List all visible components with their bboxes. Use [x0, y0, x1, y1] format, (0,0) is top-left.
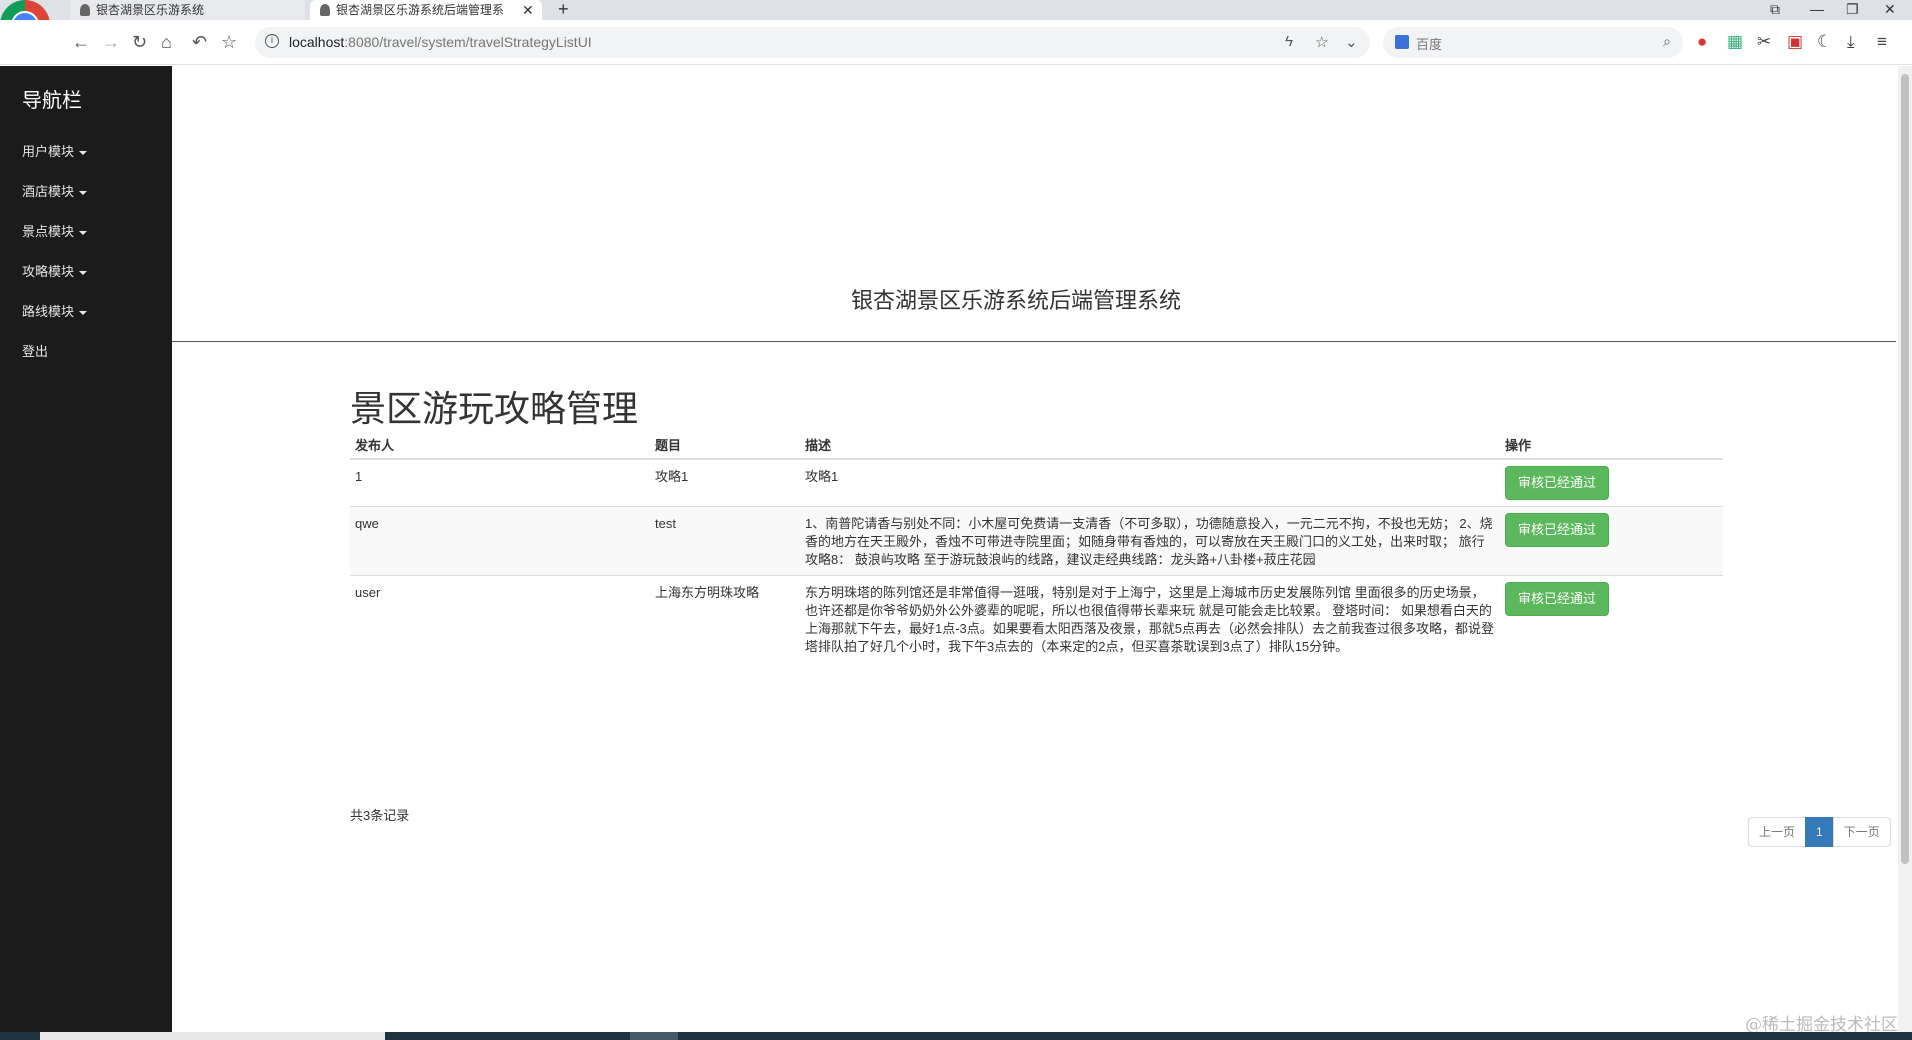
menu-icon[interactable]: ≡	[1877, 32, 1887, 52]
caret-down-icon	[79, 150, 88, 155]
table-row: 1 攻略1 攻略1 审核已经通过	[350, 458, 1723, 507]
taskbar-item[interactable]	[40, 1032, 385, 1040]
tab-search-icon[interactable]: ⧉	[1770, 0, 1780, 18]
back-arrow-icon[interactable]: ←	[72, 32, 90, 52]
url-path: :8080/travel/system/travelStrategyListUI	[344, 34, 592, 50]
sidebar-brand[interactable]: 导航栏	[22, 84, 82, 113]
pdf-extension-icon[interactable]: ▣	[1787, 32, 1803, 52]
prev-page-button[interactable]: 上一页	[1748, 817, 1807, 847]
caret-down-icon	[79, 230, 88, 235]
cell-publisher: user	[350, 575, 650, 662]
cell-title: 上海东方明珠攻略	[650, 575, 800, 662]
sidebar-item-logout[interactable]: 登出	[22, 341, 48, 360]
sidebar-item-strategies[interactable]: 攻略模块	[22, 261, 88, 280]
cell-publisher: 1	[350, 458, 650, 507]
search-placeholder: 百度	[1416, 37, 1443, 52]
sidebar-item-label: 路线模块	[22, 304, 75, 319]
caret-down-icon	[79, 190, 88, 195]
page-title: 景区游玩攻略管理	[350, 388, 639, 429]
column-header-action: 操作	[1500, 430, 1723, 460]
sidebar-item-attractions[interactable]: 景点模块	[22, 221, 88, 240]
search-icon[interactable]: ⌕	[1663, 33, 1671, 50]
sidebar-item-hotels[interactable]: 酒店模块	[22, 181, 88, 200]
cell-action: 审核已经通过	[1500, 575, 1723, 662]
url-text[interactable]: localhost:8080/travel/system/travelStrat…	[289, 34, 592, 50]
sidebar-item-label: 登出	[22, 344, 49, 359]
download-icon[interactable]: ⤓	[1847, 32, 1855, 52]
window-close-icon[interactable]: ✕	[1884, 0, 1896, 18]
sidebar-item-label: 酒店模块	[22, 184, 75, 199]
table-row: qwe test 1、南普陀请香与别处不同：小木屋可免费请一支清香（不可多取），…	[350, 506, 1723, 576]
page-number-button[interactable]: 1	[1805, 817, 1834, 847]
cell-title: 攻略1	[650, 458, 800, 507]
caret-down-icon	[79, 310, 88, 315]
os-taskbar	[0, 1032, 1912, 1040]
caret-down-icon	[79, 270, 88, 275]
url-bar[interactable]: i localhost:8080/travel/system/travelStr…	[255, 27, 1370, 58]
url-host: localhost	[289, 34, 345, 50]
table-header-row: 发布人 题目 描述 操作	[350, 430, 1723, 460]
column-header-publisher: 发布人	[350, 430, 650, 460]
page-favicon-icon	[320, 4, 330, 16]
app-title: 银杏湖景区乐游系统后端管理系统	[850, 288, 1181, 313]
scissors-icon[interactable]: ✂	[1757, 32, 1771, 52]
approved-button[interactable]: 审核已经通过	[1505, 466, 1610, 500]
approved-button[interactable]: 审核已经通过	[1505, 582, 1610, 616]
night-mode-icon[interactable]: ☾	[1817, 32, 1832, 52]
sidebar-item-users[interactable]: 用户模块	[22, 141, 88, 160]
pagination: 上一页 1 下一页	[1748, 817, 1891, 847]
browser-tab-strip: 银杏湖景区乐游系统 银杏湖景区乐游系统后端管理系 ✕ + ⧉ — ❐ ✕	[0, 0, 1912, 20]
new-tab-button[interactable]: +	[558, 0, 569, 19]
cell-action: 审核已经通过	[1500, 506, 1723, 576]
cell-description: 1、南普陀请香与别处不同：小木屋可免费请一支清香（不可多取），功德随意投入，一元…	[800, 506, 1500, 576]
page-favicon-icon	[80, 4, 90, 16]
close-tab-icon[interactable]: ✕	[522, 0, 534, 20]
scrollbar-thumb[interactable]	[1901, 74, 1909, 864]
browser-tab-1[interactable]: 银杏湖景区乐游系统	[70, 0, 305, 20]
search-engine-icon	[1395, 35, 1409, 49]
taskbar-item[interactable]	[630, 1032, 678, 1040]
browser-tab-1-label: 银杏湖景区乐游系统	[96, 3, 205, 17]
sidebar-item-label: 用户模块	[22, 144, 75, 159]
approved-button[interactable]: 审核已经通过	[1505, 513, 1610, 547]
cell-title: test	[650, 506, 800, 576]
address-toolbar: ← → ↻ ⌂ ↶ ☆ i localhost:8080/travel/syst…	[0, 20, 1912, 65]
cell-publisher: qwe	[350, 506, 650, 576]
column-header-title: 题目	[650, 430, 800, 460]
browser-tab-2-label: 银杏湖景区乐游系统后端管理系	[336, 3, 505, 17]
restore-icon[interactable]: ❐	[1846, 0, 1859, 18]
header-divider	[172, 341, 1896, 342]
cell-description: 攻略1	[800, 458, 1500, 507]
main-content: 银杏湖景区乐游系统后端管理系统 景区游玩攻略管理 发布人 题目 描述 操作 1 …	[172, 66, 1896, 1032]
home-icon[interactable]: ⌂	[161, 32, 172, 52]
search-box[interactable]: 百度 ⌕	[1383, 27, 1683, 58]
sidebar-item-label: 景点模块	[22, 224, 75, 239]
sidebar: 导航栏 用户模块 酒店模块 景点模块 攻略模块 路线模块 登出	[0, 66, 172, 1032]
cell-action: 审核已经通过	[1500, 458, 1723, 507]
reload-icon[interactable]: ↻	[132, 32, 147, 52]
sidebar-item-label: 攻略模块	[22, 264, 75, 279]
forward-arrow-icon[interactable]: →	[102, 32, 120, 52]
browser-tab-2[interactable]: 银杏湖景区乐游系统后端管理系	[310, 0, 542, 20]
record-count: 共3条记录	[350, 808, 410, 823]
cell-description: 东方明珠塔的陈列馆还是非常值得一逛哦，特别是对于上海宁，这里是上海城市历史发展陈…	[800, 575, 1500, 662]
column-header-description: 描述	[800, 430, 1500, 460]
lightning-icon[interactable]: ϟ	[1285, 33, 1293, 50]
vertical-scrollbar[interactable]	[1898, 66, 1912, 1032]
table-row: user 上海东方明珠攻略 东方明珠塔的陈列馆还是非常值得一逛哦，特别是对于上海…	[350, 575, 1723, 662]
favorite-star-icon[interactable]: ☆	[1315, 33, 1328, 51]
bookmark-star-icon[interactable]: ☆	[221, 32, 237, 52]
next-page-button[interactable]: 下一页	[1832, 817, 1891, 847]
minimize-icon[interactable]: —	[1810, 0, 1824, 18]
weibo-extension-icon[interactable]: ●	[1697, 32, 1707, 52]
strategy-table: 发布人 题目 描述 操作 1 攻略1 攻略1 审核已经通过 qwe test 1…	[350, 430, 1723, 662]
undo-icon[interactable]: ↶	[192, 32, 207, 52]
sidebar-item-routes[interactable]: 路线模块	[22, 301, 88, 320]
site-info-icon[interactable]: i	[265, 34, 279, 48]
apps-grid-icon[interactable]: ▦	[1727, 32, 1743, 52]
chevron-down-icon[interactable]: ⌄	[1345, 33, 1358, 51]
